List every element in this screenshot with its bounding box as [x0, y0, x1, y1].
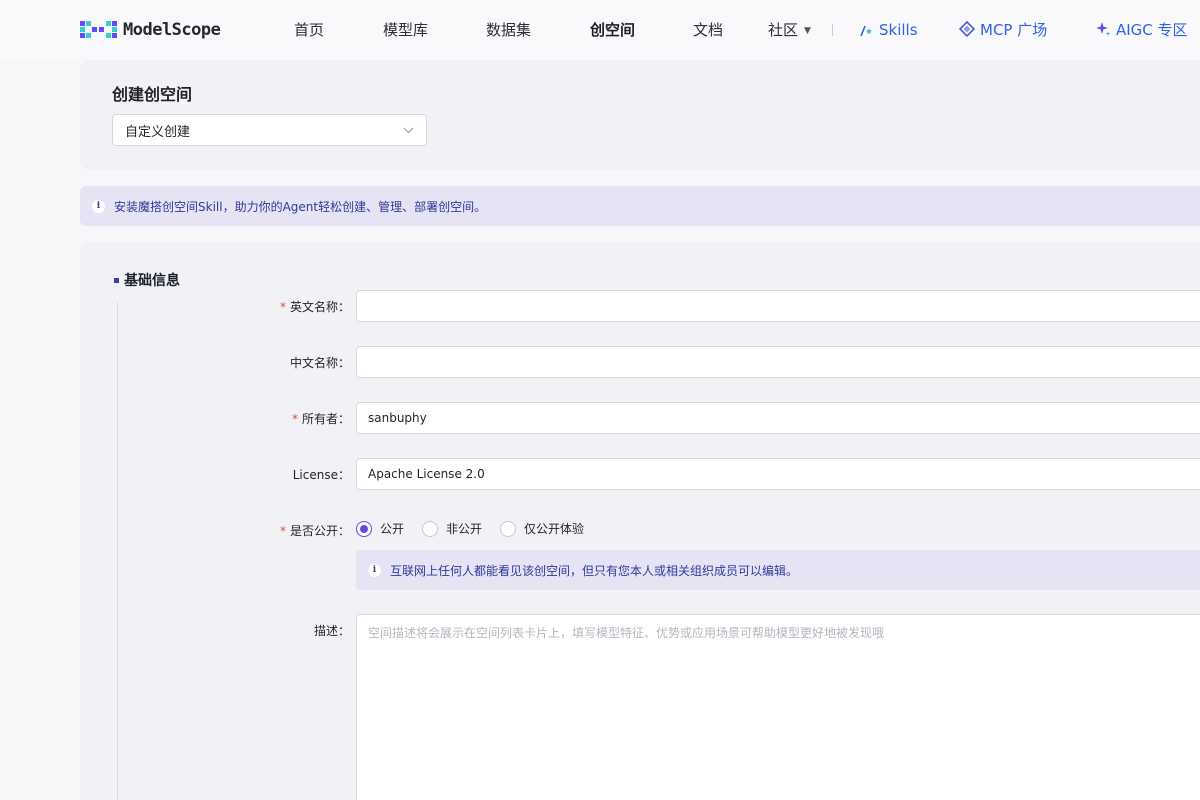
nav-community-label: 社区 — [768, 21, 799, 39]
radio-circle — [500, 520, 517, 537]
nav-divider — [832, 24, 833, 36]
skills-icon — [860, 21, 874, 43]
radio-private-label: 非公开 — [446, 522, 483, 536]
license-label: License： — [292, 468, 350, 482]
visibility-label: * 是否公开： — [279, 524, 350, 538]
required-mark: * — [279, 300, 286, 314]
radio-private[interactable]: 非公开 — [422, 520, 482, 537]
caret-down-icon: ▼ — [804, 26, 811, 36]
radio-public[interactable]: 公开 — [356, 520, 404, 537]
radio-circle — [422, 520, 439, 537]
modelscope-logo[interactable]: ModelScope — [80, 18, 221, 42]
nav-skills[interactable]: Skills — [860, 19, 918, 43]
nav-home[interactable]: 首页 — [294, 19, 324, 41]
top-nav: ModelScope 首页 模型库 数据集 创空间 文档 社区 ▼ Skills … — [0, 0, 1200, 60]
owner-value: sanbuphy — [368, 411, 427, 425]
skill-info-banner: i 安装魔搭创空间Skill，助力你的Agent轻松创建、管理、部署创空间。 — [80, 186, 1200, 226]
owner-label: * 所有者： — [291, 412, 350, 426]
nav-aigc[interactable]: AIGC 专区 — [1095, 19, 1188, 43]
license-select[interactable]: Apache License 2.0 — [356, 458, 1200, 490]
license-label-text: License — [292, 468, 338, 482]
radio-circle — [356, 520, 372, 537]
description-label-text: 描述 — [313, 624, 338, 638]
section-rail — [117, 302, 118, 800]
nav-mcp-label: MCP 广场 — [980, 21, 1048, 39]
owner-select[interactable]: sanbuphy — [356, 402, 1200, 434]
chinese-name-label-text: 中文名称 — [289, 356, 338, 370]
modelscope-logo-icon — [80, 21, 117, 38]
chinese-name-label: 中文名称： — [289, 356, 350, 370]
section-marker — [114, 277, 119, 283]
nav-docs[interactable]: 文档 — [693, 19, 723, 41]
visibility-hint-text: 互联网上任何人都能看见该创空间，但只有您本人或相关组织成员可以编辑。 — [390, 563, 799, 578]
create-card: 创建创空间 自定义创建 — [80, 60, 1200, 170]
create-mode-select[interactable]: 自定义创建 — [112, 114, 427, 146]
description-label: 描述： — [313, 624, 350, 638]
description-textarea[interactable]: 空间描述将会展示在空间列表卡片上，填写模型特征、优势或应用场景可帮助模型更好地被… — [356, 614, 1200, 800]
basic-info-card: 基础信息 * 英文名称： 中文名称： * 所有者： sanbuphy License… — [80, 242, 1200, 800]
sparkle-icon — [1095, 21, 1111, 43]
brand-name: ModelScope — [123, 20, 221, 40]
mcp-icon — [958, 20, 976, 43]
radio-public-label: 公开 — [380, 522, 405, 536]
visibility-label-text: 是否公开 — [289, 524, 338, 538]
nav-community[interactable]: 社区 ▼ — [768, 19, 811, 42]
english-name-label: * 英文名称： — [279, 300, 350, 314]
visibility-hint: i 互联网上任何人都能看见该创空间，但只有您本人或相关组织成员可以编辑。 — [356, 550, 1200, 590]
info-icon: i — [92, 199, 105, 213]
nav-studios[interactable]: 创空间 — [590, 19, 635, 41]
english-name-label-text: 英文名称 — [289, 300, 338, 314]
nav-skills-label: Skills — [879, 21, 918, 39]
nav-models[interactable]: 模型库 — [383, 19, 428, 41]
banner-text: 安装魔搭创空间Skill，助力你的Agent轻松创建、管理、部署创空间。 — [114, 199, 487, 214]
create-mode-value: 自定义创建 — [125, 124, 191, 140]
info-icon: i — [368, 563, 381, 577]
radio-public-demo-label: 仅公开体验 — [524, 522, 585, 536]
license-value: Apache License 2.0 — [368, 467, 485, 481]
section-title-text: 基础信息 — [124, 273, 180, 289]
required-mark: * — [291, 412, 298, 426]
chinese-name-input[interactable] — [356, 346, 1200, 378]
chevron-down-icon — [403, 124, 414, 137]
page-title: 创建创空间 — [112, 85, 193, 104]
nav-datasets[interactable]: 数据集 — [486, 19, 531, 41]
visibility-radio-group: 公开 非公开 仅公开体验 — [356, 520, 602, 537]
radio-public-demo[interactable]: 仅公开体验 — [500, 520, 584, 537]
owner-label-text: 所有者 — [301, 412, 338, 426]
nav-mcp[interactable]: MCP 广场 — [958, 19, 1048, 43]
required-mark: * — [279, 524, 286, 538]
nav-aigc-label: AIGC 专区 — [1116, 21, 1188, 39]
english-name-input[interactable] — [356, 290, 1200, 322]
section-title: 基础信息 — [114, 270, 180, 290]
